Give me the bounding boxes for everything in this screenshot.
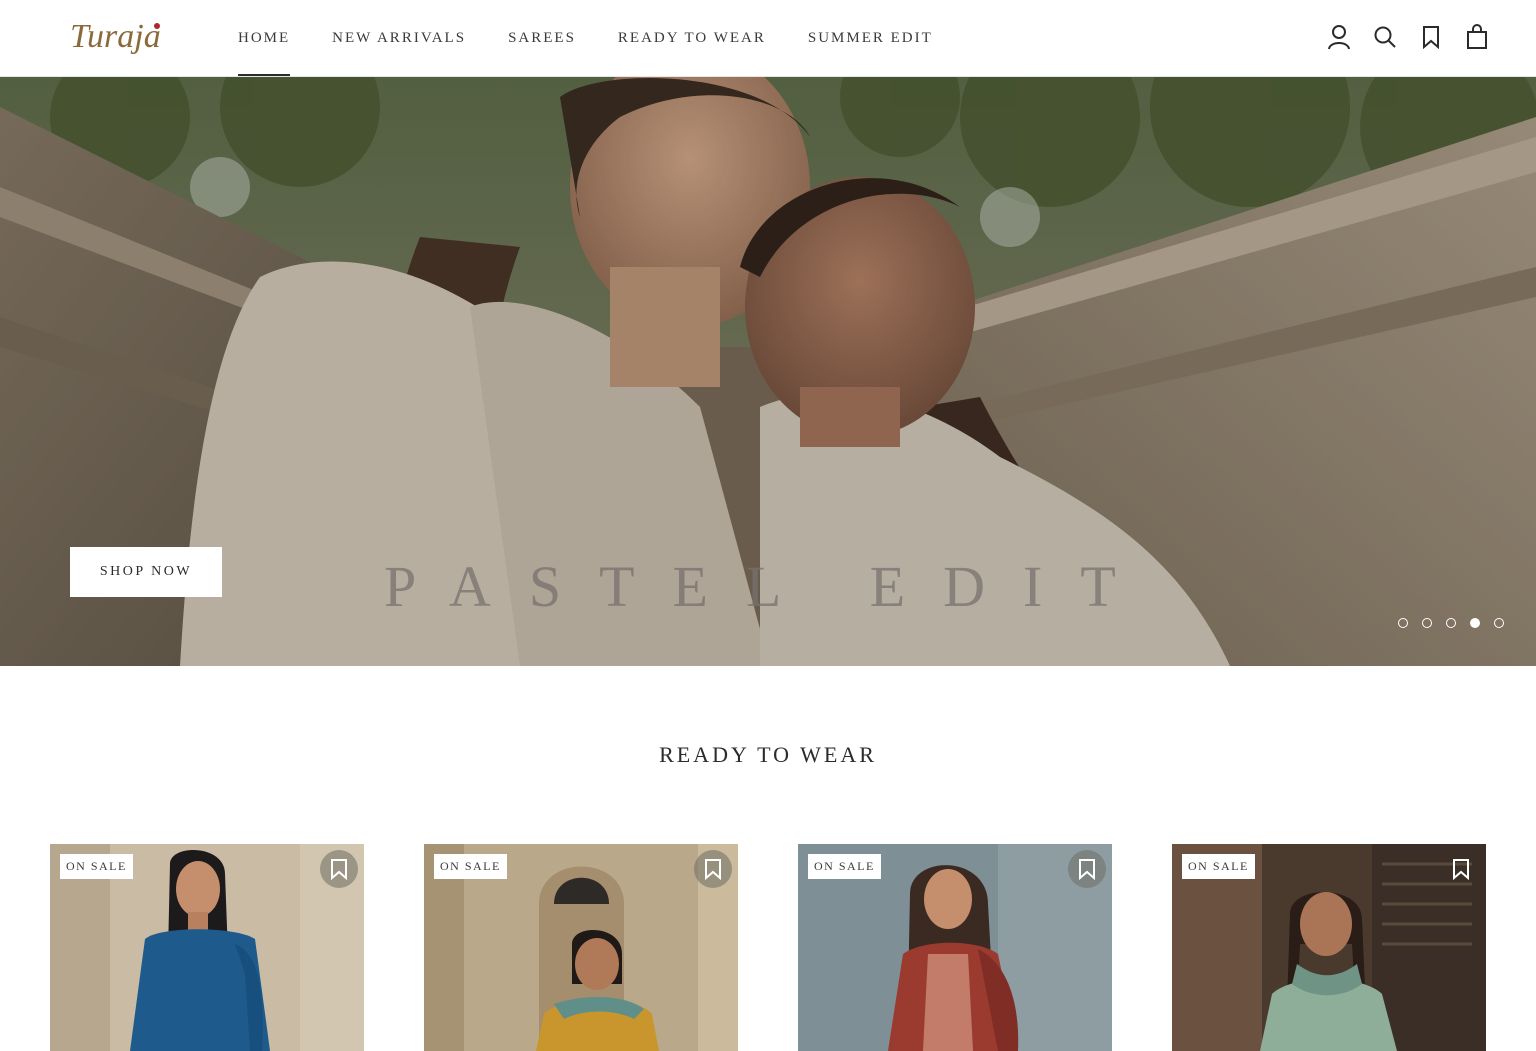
on-sale-badge: ON SALE [434,854,507,879]
product-card[interactable]: ON SALE [1172,844,1486,1051]
brand-logo[interactable]: Turaja [68,14,184,60]
on-sale-badge: ON SALE [60,854,133,879]
nav-item-home[interactable]: HOME [238,0,291,76]
cart-icon[interactable] [1464,22,1490,52]
hero-banner: PASTEL EDIT SHOP NOW [0,77,1536,666]
carousel-dots [1398,618,1504,628]
wishlist-icon[interactable] [1418,22,1444,52]
nav-item-sarees[interactable]: SAREES [508,0,576,76]
carousel-dot-3[interactable] [1446,618,1456,628]
header-actions [1326,22,1490,52]
bookmark-icon[interactable] [1068,850,1106,888]
on-sale-badge: ON SALE [808,854,881,879]
hero-title: PASTEL EDIT [384,554,1154,619]
bookmark-icon[interactable] [1442,850,1480,888]
brand-logo-text: Turaja [70,18,161,55]
carousel-dot-4[interactable] [1470,618,1480,628]
section-title: READY TO WEAR [659,742,877,767]
shop-now-button[interactable]: SHOP NOW [70,547,222,597]
product-card[interactable]: ON SALE [50,844,364,1051]
carousel-dot-2[interactable] [1422,618,1432,628]
product-grid: ON SALE ON SALE ON SALE ON SALE [50,844,1486,1051]
nav-item-new-arrivals[interactable]: NEW ARRIVALS [332,0,466,76]
carousel-dot-5[interactable] [1494,618,1504,628]
nav-item-ready-to-wear[interactable]: READY TO WEAR [618,0,766,76]
product-card[interactable]: ON SALE [798,844,1112,1051]
bookmark-icon[interactable] [694,850,732,888]
carousel-dot-1[interactable] [1398,618,1408,628]
search-icon[interactable] [1372,22,1398,52]
nav-item-summer-edit[interactable]: SUMMER EDIT [808,0,933,76]
bookmark-icon[interactable] [320,850,358,888]
on-sale-badge: ON SALE [1182,854,1255,879]
account-icon[interactable] [1326,22,1352,52]
product-card[interactable]: ON SALE [424,844,738,1051]
main-nav: HOME NEW ARRIVALS SAREES READY TO WEAR S… [238,0,975,76]
site-header: Turaja HOME NEW ARRIVALS SAREES READY TO… [0,0,1536,77]
